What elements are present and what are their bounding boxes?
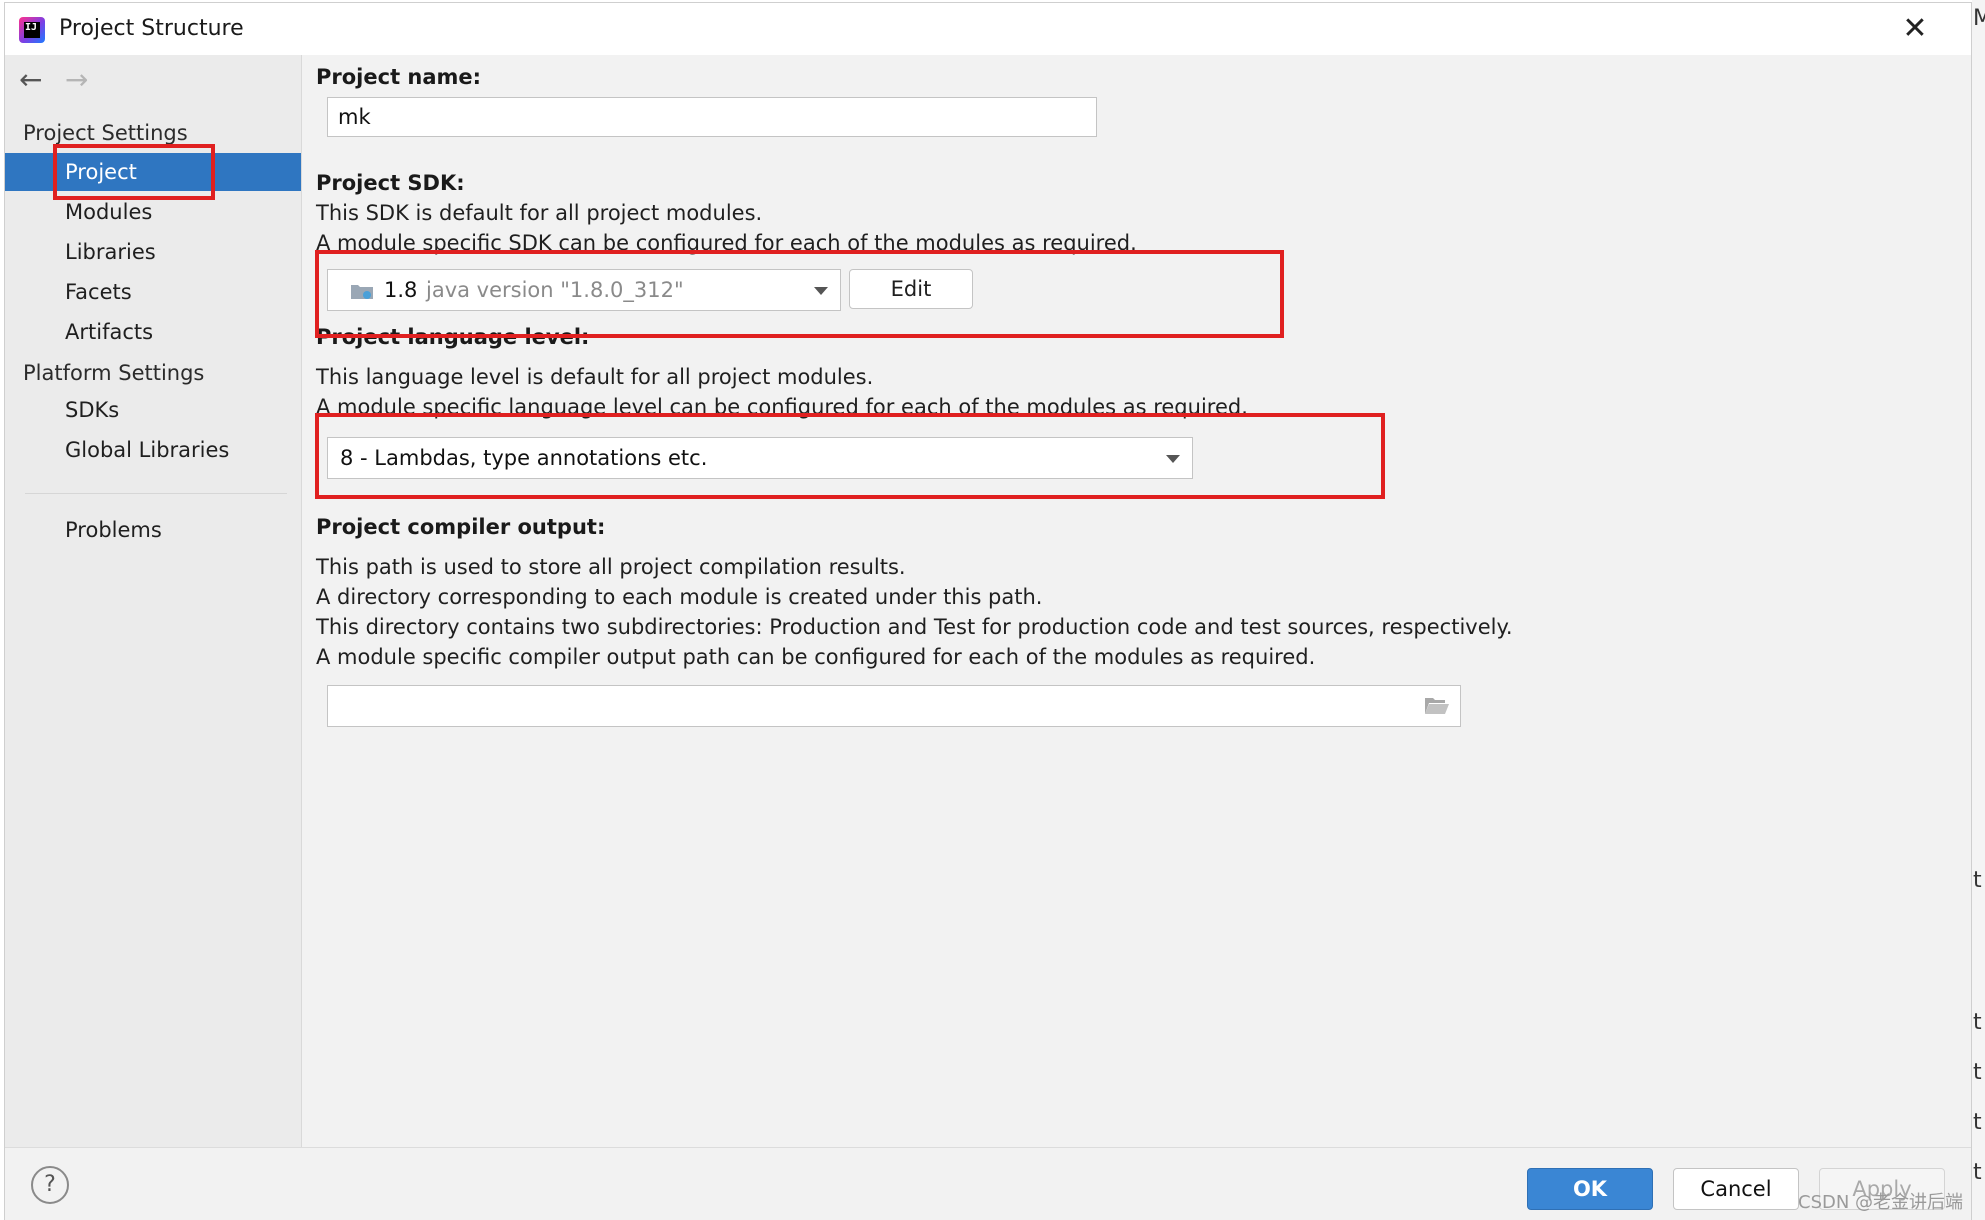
dialog-footer: ? OK Cancel Apply (5, 1147, 1971, 1220)
project-settings-panel: Project name: mk Project SDK: This SDK i… (302, 55, 1971, 1147)
sidebar-item-problems[interactable]: Problems (5, 511, 301, 549)
sidebar-item-global-libraries[interactable]: Global Libraries (5, 431, 301, 469)
compiler-output-description-4: A module specific compiler output path c… (316, 645, 1316, 669)
sdk-name: 1.8 (384, 278, 418, 302)
background-text-fragment: t (1973, 1110, 1982, 1135)
sdk-description-1: This SDK is default for all project modu… (316, 201, 763, 225)
compiler-output-description-3: This directory contains two subdirectori… (316, 615, 1513, 639)
project-sdk-label: Project SDK: (316, 171, 465, 195)
sdk-version: java version "1.8.0_312" (426, 278, 684, 302)
arrow-left-icon[interactable]: ← (19, 63, 42, 96)
ok-button[interactable]: OK (1527, 1168, 1653, 1210)
sdk-dropdown[interactable]: 1.8 java version "1.8.0_312" (327, 269, 841, 311)
language-level-description-1: This language level is default for all p… (316, 365, 874, 389)
sidebar-item-project[interactable]: Project (5, 153, 301, 191)
cancel-button[interactable]: Cancel (1673, 1168, 1799, 1210)
sidebar-item-facets[interactable]: Facets (5, 273, 301, 311)
background-text-fragment: Ma (1973, 6, 1985, 31)
project-name-input[interactable]: mk (327, 97, 1097, 137)
background-text-fragment: t (1973, 868, 1982, 893)
language-level-label: Project language level: (316, 325, 590, 349)
sidebar-item-libraries[interactable]: Libraries (5, 233, 301, 271)
intellij-logo-icon: IJ (19, 17, 45, 43)
platform-settings-header: Platform Settings (23, 361, 205, 385)
window-title: Project Structure (59, 16, 244, 41)
sidebar: ← → Project Settings Project Modules Lib… (5, 55, 302, 1147)
compiler-output-path-input[interactable] (327, 685, 1461, 727)
browse-folder-icon[interactable] (1424, 694, 1450, 716)
sidebar-divider (25, 493, 287, 494)
sidebar-item-sdks[interactable]: SDKs (5, 391, 301, 429)
language-level-description-2: A module specific language level can be … (316, 395, 1248, 419)
background-text-fragment: t (1973, 1010, 1982, 1035)
watermark: CSDN @老金讲后端 (1798, 1192, 1964, 1213)
sidebar-item-modules[interactable]: Modules (5, 193, 301, 231)
language-level-value: 8 - Lambdas, type annotations etc. (340, 446, 708, 470)
edit-sdk-button[interactable]: Edit (849, 269, 973, 309)
compiler-output-label: Project compiler output: (316, 515, 606, 539)
background-text-fragment: t (1973, 1060, 1982, 1085)
help-icon[interactable]: ? (31, 1166, 69, 1204)
background-window-edge: Ma t t t t t (1972, 0, 1985, 1220)
compiler-output-description-1: This path is used to store all project c… (316, 555, 906, 579)
project-structure-dialog: IJ Project Structure ✕ ← → Project Setti… (4, 2, 1972, 1220)
close-icon[interactable]: ✕ (1897, 11, 1933, 47)
language-level-dropdown[interactable]: 8 - Lambdas, type annotations etc. (327, 437, 1193, 479)
compiler-output-description-2: A directory corresponding to each module… (316, 585, 1043, 609)
chevron-down-icon (1166, 455, 1180, 463)
chevron-down-icon (814, 287, 828, 295)
sidebar-item-artifacts[interactable]: Artifacts (5, 313, 301, 351)
sdk-description-2: A module specific SDK can be configured … (316, 231, 1137, 255)
project-name-label: Project name: (316, 65, 482, 89)
sdk-folder-icon (351, 285, 373, 299)
background-text-fragment: t (1973, 1160, 1982, 1185)
title-bar: IJ Project Structure ✕ (5, 3, 1971, 55)
arrow-right-icon[interactable]: → (65, 63, 88, 96)
project-settings-header: Project Settings (23, 121, 188, 145)
